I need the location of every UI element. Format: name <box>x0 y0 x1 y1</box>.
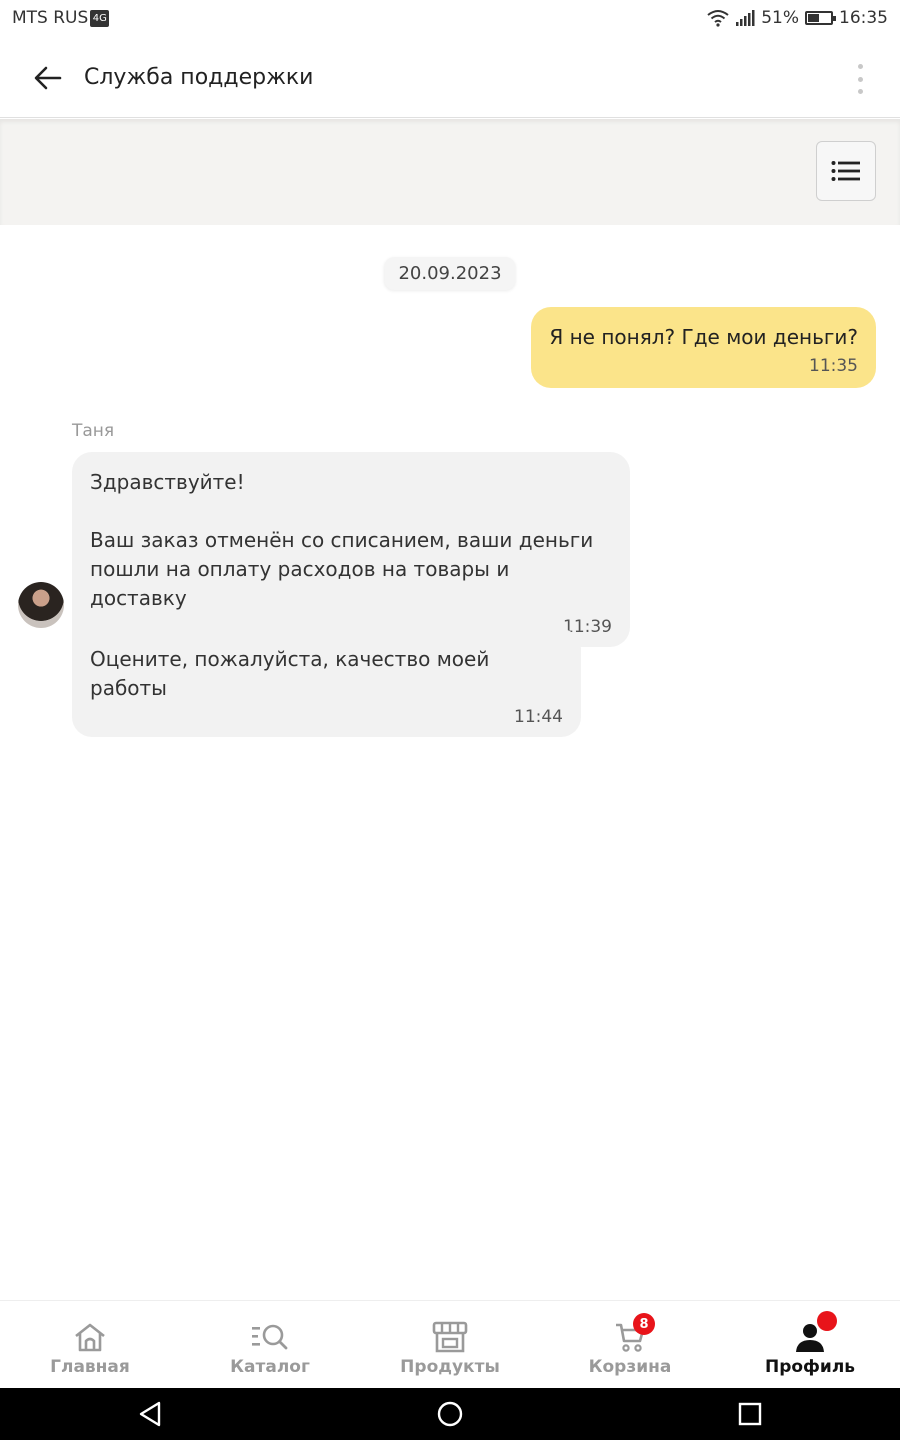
incoming-message[interactable]: Здравствуйте! Ваш заказ отменён со списа… <box>72 452 630 647</box>
clock: 16:35 <box>839 8 888 28</box>
agent-name: Таня <box>72 421 115 441</box>
battery-percent: 51% <box>761 8 799 28</box>
carrier-name: MTS RUS <box>12 8 89 28</box>
bottom-navigation: Главная Каталог Продукты 8 Корзина Профи… <box>0 1300 900 1388</box>
wifi-icon <box>707 10 729 27</box>
system-home-button[interactable] <box>420 1392 480 1436</box>
profile-icon <box>791 1311 837 1355</box>
system-navigation-bar <box>0 1388 900 1440</box>
nav-label: Корзина <box>588 1357 672 1377</box>
nav-home[interactable]: Главная <box>0 1301 180 1388</box>
nav-label: Профиль <box>764 1357 856 1377</box>
agent-avatar[interactable] <box>18 582 64 628</box>
message-time: 11:35 <box>809 356 858 376</box>
catalog-search-icon <box>251 1319 289 1355</box>
menu-list-button[interactable] <box>816 141 876 201</box>
message-text: Я не понял? Где мои деньги? <box>549 325 858 349</box>
chat-toolbar <box>0 119 900 225</box>
list-icon <box>831 161 860 181</box>
cart-icon: 8 <box>611 1313 655 1355</box>
circle-home-icon <box>437 1401 463 1427</box>
outgoing-message[interactable]: Я не понял? Где мои деньги? 11:35 <box>531 307 876 388</box>
more-options-button[interactable] <box>850 64 870 94</box>
signal-icon <box>736 10 755 26</box>
status-bar: MTS RUS 4G 51% 16:35 <box>0 0 900 38</box>
square-recents-icon <box>738 1402 762 1426</box>
nav-label: Главная <box>50 1357 130 1377</box>
nav-profile[interactable]: Профиль <box>720 1301 900 1388</box>
page-title: Служба поддержки <box>84 65 314 90</box>
message-text: Здравствуйте! Ваш заказ отменён со списа… <box>90 470 594 610</box>
nav-label: Каталог <box>230 1357 310 1377</box>
battery-icon <box>805 11 836 25</box>
incoming-message[interactable]: Оцените, пожалуйста, качество моей работ… <box>72 629 581 737</box>
store-icon <box>431 1319 469 1355</box>
date-separator: 20.09.2023 <box>384 257 516 290</box>
network-type-icon: 4G <box>90 9 110 27</box>
home-icon <box>71 1319 109 1355</box>
app-header: Служба поддержки <box>0 38 900 118</box>
more-dot-icon <box>857 76 863 82</box>
triangle-back-icon <box>139 1401 161 1427</box>
status-indicators: 51% 16:35 <box>707 8 888 28</box>
nav-catalog[interactable]: Каталог <box>180 1301 360 1388</box>
back-button[interactable] <box>20 50 76 106</box>
system-back-button[interactable] <box>120 1392 180 1436</box>
message-text: Оцените, пожалуйста, качество моей работ… <box>90 647 496 700</box>
chat-area[interactable]: 20.09.2023 Я не понял? Где мои деньги? 1… <box>0 225 900 1300</box>
cart-count-badge: 8 <box>633 1313 655 1335</box>
more-dot-icon <box>857 64 863 69</box>
system-recents-button[interactable] <box>720 1392 780 1436</box>
message-time: 11:44 <box>514 707 563 727</box>
nav-products[interactable]: Продукты <box>360 1301 540 1388</box>
nav-cart[interactable]: 8 Корзина <box>540 1301 720 1388</box>
notification-dot <box>817 1311 837 1331</box>
carrier: MTS RUS 4G <box>12 8 110 28</box>
nav-label: Продукты <box>400 1357 500 1377</box>
arrow-left-icon <box>34 66 62 89</box>
more-dot-icon <box>857 89 863 94</box>
